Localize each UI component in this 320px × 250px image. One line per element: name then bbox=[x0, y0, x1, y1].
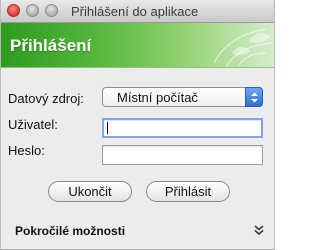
password-input[interactable] bbox=[102, 145, 263, 165]
minimize-window-button[interactable] bbox=[26, 4, 39, 17]
banner-divider bbox=[1, 67, 274, 68]
datasource-selected-value: Místní počítač bbox=[117, 90, 198, 105]
advanced-options-label[interactable]: Pokročilé možnosti bbox=[15, 224, 125, 238]
zoom-window-button[interactable] bbox=[45, 4, 58, 17]
text-caret bbox=[107, 122, 108, 134]
window-title: Přihlášení do aplikace bbox=[71, 4, 199, 19]
title-bar[interactable]: Přihlášení do aplikace bbox=[1, 0, 274, 23]
close-window-button[interactable] bbox=[7, 4, 20, 17]
banner-title: Přihlášení bbox=[10, 36, 92, 55]
user-label: Uživatel: bbox=[8, 117, 58, 132]
select-arrows-icon[interactable] bbox=[245, 87, 263, 107]
datasource-label: Datový zdroj: bbox=[8, 91, 84, 106]
leaf-decoration-icon bbox=[213, 28, 273, 67]
datasource-select[interactable]: Místní počítač bbox=[102, 87, 263, 107]
quit-button[interactable]: Ukončit bbox=[48, 181, 132, 202]
password-label: Heslo: bbox=[8, 143, 45, 158]
login-button[interactable]: Přihlásit bbox=[146, 181, 230, 202]
user-input[interactable] bbox=[102, 118, 263, 138]
login-dialog: Přihlášení do aplikace Přihlášení Datový… bbox=[0, 0, 275, 250]
double-chevron-down-icon[interactable] bbox=[254, 224, 264, 236]
header-banner: Přihlášení bbox=[1, 23, 274, 67]
